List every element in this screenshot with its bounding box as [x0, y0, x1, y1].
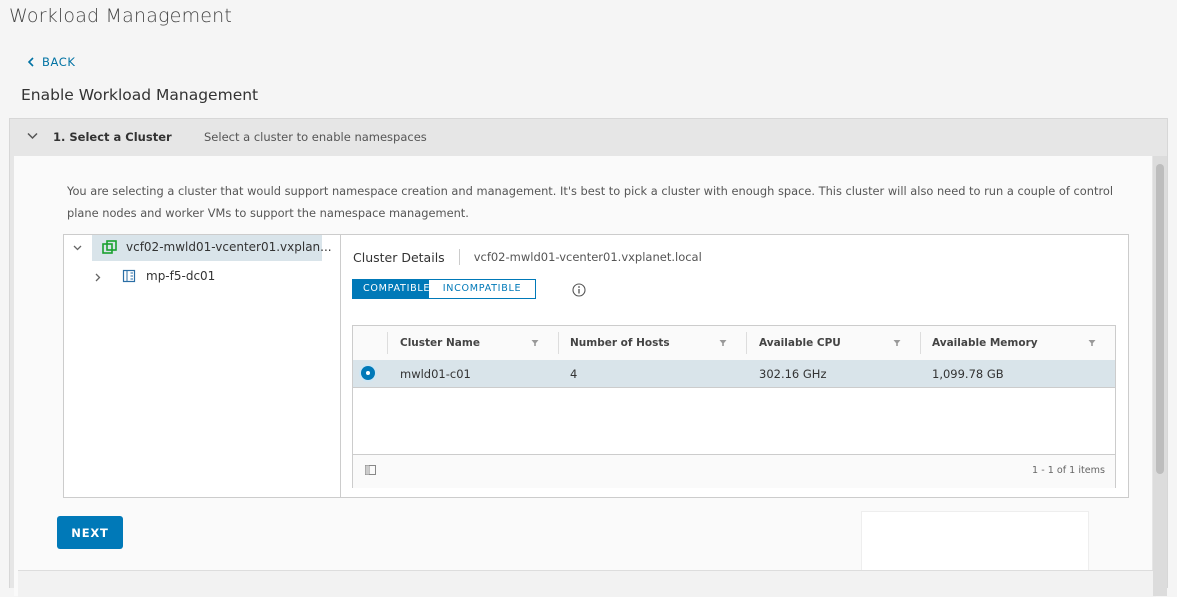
tab-incompatible[interactable]: INCOMPATIBLE	[429, 280, 535, 298]
pagination-text: 1 - 1 of 1 items	[1032, 465, 1105, 476]
tree-item-datacenter[interactable]: mp-f5-dc01	[64, 264, 340, 290]
page-title: Workload Management	[9, 5, 233, 27]
column-header-hosts[interactable]: Number of Hosts	[570, 326, 670, 360]
inventory-tree: vcf02-mwld01-vcenter01.vxplan... mp-f5-d…	[63, 234, 341, 498]
cell-cpu: 302.16 GHz	[759, 366, 827, 381]
filter-icon[interactable]	[531, 339, 539, 347]
filter-icon[interactable]	[1088, 339, 1096, 347]
scrollbar-thumb[interactable]	[1156, 164, 1164, 474]
column-separator	[387, 332, 388, 354]
details-host: vcf02-mwld01-vcenter01.vxplanet.local	[473, 250, 702, 264]
step-label: 1. Select a Cluster	[53, 130, 172, 144]
cluster-details-panel: Cluster Details vcf02-mwld01-vcenter01.v…	[341, 234, 1129, 498]
cell-memory: 1,099.78 GB	[932, 366, 1004, 381]
vcenter-icon	[102, 240, 117, 254]
column-toggle-icon[interactable]	[365, 465, 376, 475]
column-header-label: Available Memory	[932, 337, 1038, 349]
cell-hosts: 4	[570, 366, 578, 381]
info-icon[interactable]	[572, 283, 586, 297]
column-header-label: Available CPU	[759, 337, 841, 349]
tab-compatible[interactable]: COMPATIBLE	[353, 280, 430, 298]
column-header-memory[interactable]: Available Memory	[932, 326, 1038, 360]
next-step-header	[18, 570, 1156, 597]
step-content: You are selecting a cluster that would s…	[14, 156, 1156, 597]
step-panel: 1. Select a Cluster Select a cluster to …	[9, 118, 1168, 597]
back-link[interactable]: BACK	[27, 55, 76, 69]
tree-item-vcenter[interactable]: vcf02-mwld01-vcenter01.vxplan...	[64, 235, 340, 261]
chevron-right-icon[interactable]	[95, 273, 101, 282]
tree-item-label: vcf02-mwld01-vcenter01.vxplan...	[126, 240, 332, 254]
chevron-down-icon	[27, 132, 38, 140]
column-header-label: Number of Hosts	[570, 337, 670, 349]
column-separator	[746, 332, 747, 354]
back-link-label: BACK	[42, 55, 76, 69]
cluster-datagrid: Cluster Name Number of Hosts Available C…	[352, 325, 1116, 488]
chevron-left-icon	[27, 57, 34, 67]
row-select-radio[interactable]	[361, 366, 375, 380]
tree-item-label: mp-f5-dc01	[146, 269, 216, 283]
filter-icon[interactable]	[893, 339, 901, 347]
details-title: Cluster Details	[353, 249, 445, 265]
column-header-label: Cluster Name	[400, 337, 480, 349]
column-header-cluster-name[interactable]: Cluster Name	[400, 326, 480, 360]
datacenter-icon	[122, 269, 136, 283]
column-separator	[558, 332, 559, 354]
wizard-title: Enable Workload Management	[21, 86, 259, 104]
table-row[interactable]: mwld01-c01 4 302.16 GHz 1,099.78 GB	[353, 360, 1115, 388]
step-description: Select a cluster to enable namespaces	[204, 130, 427, 144]
column-header-cpu[interactable]: Available CPU	[759, 326, 841, 360]
intro-text: You are selecting a cluster that would s…	[67, 184, 1114, 220]
column-separator	[920, 332, 921, 354]
chevron-down-icon[interactable]	[73, 245, 82, 251]
grid-header: Cluster Name Number of Hosts Available C…	[353, 326, 1115, 361]
step-header[interactable]: 1. Select a Cluster Select a cluster to …	[10, 119, 1167, 157]
filter-icon[interactable]	[719, 339, 727, 347]
compatibility-toggle: COMPATIBLE INCOMPATIBLE	[352, 279, 536, 299]
blank-panel	[861, 511, 1089, 571]
grid-footer: 1 - 1 of 1 items	[353, 454, 1115, 488]
cell-cluster-name: mwld01-c01	[400, 366, 471, 381]
next-button[interactable]: NEXT	[57, 516, 123, 549]
divider	[458, 249, 460, 265]
details-header: Cluster Details vcf02-mwld01-vcenter01.v…	[353, 249, 702, 265]
